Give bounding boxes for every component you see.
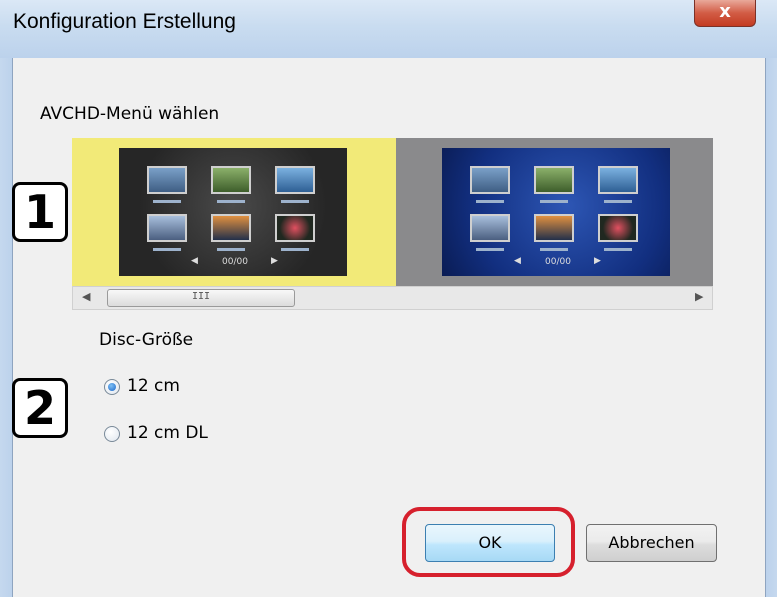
scroll-right-icon[interactable]: ▶ <box>695 290 703 303</box>
menu-selector: ◀ 00/00 ▶ ◀ 00/00 ▶ <box>72 138 713 286</box>
thumb-tile <box>534 166 574 194</box>
title-bar: Konfiguration Erstellung x <box>0 0 777 58</box>
menu-option-blue[interactable]: ◀ 00/00 ▶ <box>396 138 713 286</box>
scrollbar-thumb[interactable]: III <box>107 289 295 307</box>
window-frame-right <box>766 58 777 597</box>
menu-option-dark[interactable]: ◀ 00/00 ▶ <box>72 138 396 286</box>
step-badge-1: 1 <box>12 182 68 242</box>
thumb-tile <box>211 166 251 194</box>
disc-size-label: Disc-Größe <box>99 330 194 350</box>
prev-page-icon: ◀ <box>514 256 521 266</box>
thumb-tile <box>275 166 315 194</box>
thumb-tile <box>147 166 187 194</box>
thumb-tile <box>598 214 638 242</box>
menu-scrollbar[interactable]: ◀ III ▶ <box>72 286 713 310</box>
menu-thumbnail-blue: ◀ 00/00 ▶ <box>442 148 670 276</box>
thumb-tile <box>211 214 251 242</box>
window-frame-left <box>0 58 12 597</box>
thumb-tile <box>470 214 510 242</box>
next-page-icon: ▶ <box>594 256 601 266</box>
grip-icon: III <box>191 291 211 302</box>
close-button[interactable]: x <box>694 0 756 27</box>
radio-12cm[interactable] <box>104 379 120 395</box>
cancel-button[interactable]: Abbrechen <box>586 524 717 562</box>
menu-section-label: AVCHD-Menü wählen <box>40 104 220 124</box>
thumb-tile <box>147 214 187 242</box>
page-indicator: 00/00 <box>222 257 248 267</box>
radio-12cm-label[interactable]: 12 cm <box>127 376 180 396</box>
window-title: Konfiguration Erstellung <box>13 10 236 33</box>
thumb-tile <box>470 166 510 194</box>
scroll-left-icon[interactable]: ◀ <box>82 290 90 303</box>
close-icon: x <box>719 1 731 22</box>
step-badge-2: 2 <box>12 378 68 438</box>
ok-button[interactable]: OK <box>425 524 555 562</box>
thumb-tile <box>598 166 638 194</box>
next-page-icon: ▶ <box>271 256 278 266</box>
thumb-tile <box>275 214 315 242</box>
page-indicator: 00/00 <box>545 257 571 267</box>
radio-12cm-dl-label[interactable]: 12 cm DL <box>127 423 208 443</box>
menu-thumbnail-dark: ◀ 00/00 ▶ <box>119 148 347 276</box>
prev-page-icon: ◀ <box>191 256 198 266</box>
thumb-tile <box>534 214 574 242</box>
radio-12cm-dl[interactable] <box>104 426 120 442</box>
